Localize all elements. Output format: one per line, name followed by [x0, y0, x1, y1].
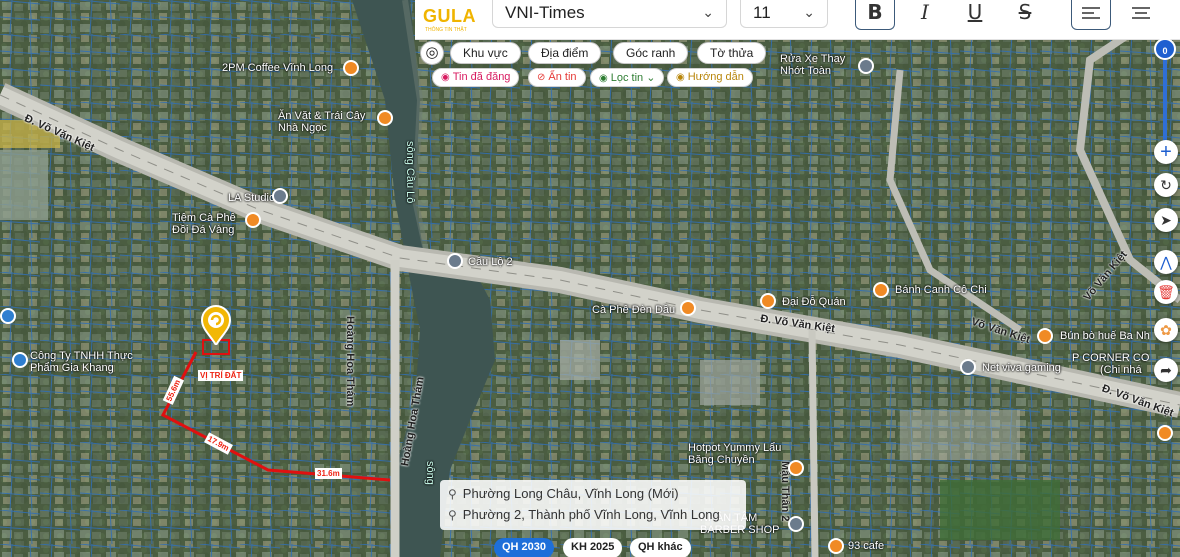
filter-label: Lọc tin: [610, 72, 644, 84]
bridge-icon[interactable]: [447, 253, 463, 269]
parcel-label: VỊ TRÍ ĐẤT: [198, 370, 244, 381]
business-icon[interactable]: [12, 352, 28, 368]
tab-to-thua[interactable]: Tờ thửa: [697, 42, 767, 64]
address-old: ⚲ Phường 2, Thành phố Vĩnh Long, Vĩnh Lon…: [448, 507, 720, 522]
filter-icon: ◉: [599, 73, 608, 84]
place-label[interactable]: Net viva gaming: [982, 362, 1061, 374]
font-family-value: VNI-Times: [505, 3, 585, 22]
place-label[interactable]: (Chi nhá: [1100, 364, 1142, 376]
chevron-down-icon: ⌄: [803, 4, 815, 20]
cafe-icon[interactable]: [680, 300, 696, 316]
font-size-value: 11: [753, 3, 771, 22]
tab-dia-diem[interactable]: Địa điểm: [528, 42, 602, 64]
gula-logo[interactable]: GULA THÔNG TIN THẬT: [421, 2, 481, 36]
place-label[interactable]: 2PM Coffee Vĩnh Long: [222, 62, 333, 74]
share-icon[interactable]: ➦: [1154, 358, 1178, 382]
food-icon[interactable]: [873, 282, 889, 298]
plan-kh2025-button[interactable]: KH 2025: [563, 538, 623, 557]
navigate-icon[interactable]: ➤: [1154, 208, 1178, 232]
italic-button[interactable]: I: [905, 0, 945, 30]
camera-icon[interactable]: [272, 188, 288, 204]
place-label[interactable]: Rửa Xe Thay Nhớt Toàn: [780, 53, 850, 77]
filter-label: Hướng dẫn: [687, 71, 744, 83]
barber-icon[interactable]: [788, 516, 804, 532]
align-center-icon: [1132, 7, 1150, 19]
place-label[interactable]: Bánh Canh Cô Chi: [895, 284, 987, 296]
posted-icon: ◉: [441, 72, 450, 83]
chevron-down-icon: ⌄: [702, 4, 714, 20]
place-label[interactable]: Công Ty TNHH Thực Phẩm Gia Khang: [30, 350, 155, 374]
format-toolbar: GULA THÔNG TIN THẬT VNI-Times ⌄ 11 ⌄ B I…: [415, 0, 1180, 40]
gaming-icon[interactable]: [960, 359, 976, 375]
parcel-location-pin-icon[interactable]: [200, 305, 232, 347]
hide-icon: ⊘: [537, 72, 546, 83]
place-label[interactable]: Tiệm Cà Phê Đồi Đá Vàng: [172, 212, 252, 236]
delete-icon[interactable]: 🗑: [1154, 280, 1178, 304]
place-icon[interactable]: [0, 308, 16, 324]
underline-button[interactable]: U: [955, 0, 995, 30]
refresh-icon[interactable]: ↻: [1154, 173, 1178, 197]
guide-icon: ◉: [676, 72, 685, 83]
place-label[interactable]: Đại Đỗ Quán: [782, 296, 846, 308]
food-icon[interactable]: [760, 293, 776, 309]
bold-button[interactable]: B: [855, 0, 895, 30]
logo-subtitle: THÔNG TIN THẬT: [425, 27, 467, 33]
food-icon[interactable]: [377, 110, 393, 126]
food-icon[interactable]: [1157, 425, 1173, 441]
food-icon[interactable]: [1037, 328, 1053, 344]
place-label[interactable]: Cà Phê Đèn Dầu: [592, 304, 675, 316]
place-label[interactable]: Hotpot Yummy Lẩu Băng Chuyền: [688, 442, 788, 466]
place-label[interactable]: Cầu Lộ 2: [468, 256, 513, 268]
filter-label: Ẩn tin: [548, 71, 577, 83]
align-center-button[interactable]: [1121, 0, 1161, 30]
river-label: sông: [424, 461, 436, 485]
align-left-button[interactable]: [1071, 0, 1111, 30]
cafe-icon[interactable]: [343, 60, 359, 76]
dimension-label: 31.6m: [315, 468, 342, 479]
cafe-icon[interactable]: [245, 212, 261, 228]
layers-icon[interactable]: ✿: [1154, 318, 1178, 342]
place-label[interactable]: LA Studio: [228, 192, 275, 204]
food-icon[interactable]: [788, 460, 804, 476]
pin-icon: ⚲: [448, 508, 457, 522]
filter-label: Tin đã đăng: [452, 71, 511, 83]
filter-hidden[interactable]: ⊘ Ẩn tin: [528, 68, 586, 87]
car-wash-icon[interactable]: [858, 58, 874, 74]
place-label[interactable]: 93 cafe: [848, 540, 884, 552]
zoom-slider[interactable]: [1163, 54, 1167, 154]
plan-other-button[interactable]: QH khác: [630, 538, 691, 557]
align-left-icon: [1082, 7, 1100, 19]
tab-goc-ranh[interactable]: Góc ranh: [613, 42, 689, 64]
pin-icon: ⚲: [448, 487, 457, 501]
plan-qh2030-button[interactable]: QH 2030: [494, 538, 555, 557]
zoom-handle[interactable]: 0: [1154, 38, 1176, 60]
font-family-select[interactable]: VNI-Times ⌄: [492, 0, 727, 28]
place-label[interactable]: Ăn Vặt & Trái Cây Nhà Ngọc: [278, 110, 388, 134]
measure-icon[interactable]: ⋀: [1154, 250, 1178, 274]
road-label: Hoàng Hoa Thám: [344, 316, 356, 407]
place-label[interactable]: Bún bò huế Ba Nh: [1060, 330, 1150, 342]
river-label: sông Cầu Lô: [404, 141, 416, 204]
guide-button[interactable]: ◉ Hướng dẫn: [667, 68, 753, 87]
satellite-map[interactable]: [0, 0, 1180, 557]
filter-posted[interactable]: ◉ Tin đã đăng: [432, 68, 520, 87]
zoom-in-button[interactable]: +: [1154, 140, 1178, 164]
strikethrough-button[interactable]: S: [1005, 0, 1045, 30]
tab-khu-vuc[interactable]: Khu vực: [450, 42, 521, 64]
address-panel: ⚲ Phường Long Châu, Vĩnh Long (Mới) ⚲ Phườ…: [440, 480, 746, 530]
cafe-icon[interactable]: [828, 538, 844, 554]
font-size-select[interactable]: 11 ⌄: [740, 0, 828, 28]
filter-dropdown[interactable]: ◉ Lọc tin ⌄: [590, 68, 665, 87]
place-label[interactable]: P CORNER CO: [1072, 352, 1149, 364]
locate-target-icon[interactable]: ◎: [420, 41, 444, 65]
address-new: ⚲ Phường Long Châu, Vĩnh Long (Mới): [448, 486, 679, 501]
logo-text: GULA: [423, 6, 476, 26]
